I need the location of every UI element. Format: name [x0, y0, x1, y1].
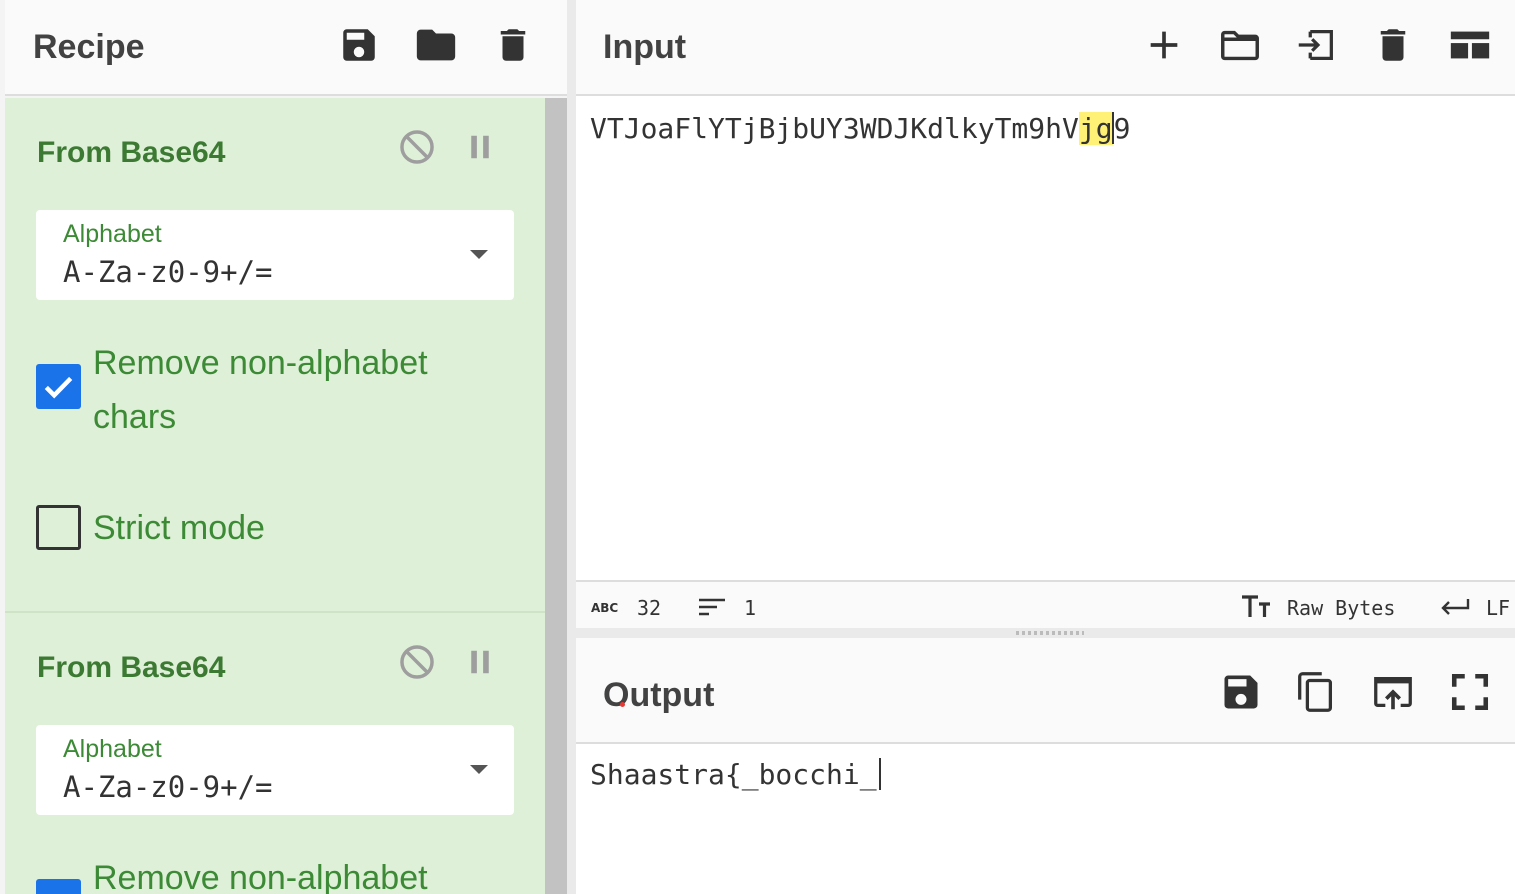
remove-non-alphabet-label[interactable]: Remove non-alphabet: [93, 851, 428, 894]
input-encoding[interactable]: Raw Bytes: [1287, 596, 1395, 620]
fullscreen-icon: [1451, 673, 1489, 711]
input-header: Input: [576, 0, 1515, 96]
add-input-tab-button[interactable]: [1141, 22, 1187, 68]
highlighted-selection: jg: [1078, 112, 1113, 145]
input-title: Input: [603, 28, 687, 66]
alphabet-label: Alphabet: [63, 735, 162, 763]
input-textarea[interactable]: VTJoaFlYTjBjbUY3WDJKdlkyTm9hVjg9: [590, 112, 1130, 145]
alphabet-label: Alphabet: [63, 220, 162, 248]
checkmark-icon: [44, 376, 73, 399]
strict-mode-checkbox[interactable]: [36, 505, 81, 550]
output-title: Output: [603, 676, 715, 714]
trash-icon: [500, 29, 526, 61]
operation-title: From Base64: [37, 136, 226, 169]
folder-outline-icon: [1221, 30, 1259, 61]
output-textarea[interactable]: Shaastra{_bocchi_: [590, 758, 881, 791]
input-status-bar: ABC 32 1 Raw Bytes LF: [576, 580, 1515, 628]
save-output-button[interactable]: [1218, 669, 1264, 715]
output-indicator-dot: [620, 702, 625, 707]
layout-icon: [1450, 31, 1490, 59]
caret-down-icon: [470, 765, 488, 774]
input-panel: Input VTJoaFlYTjBjbUY3WDJKdlkyTm9hVjg9 A…: [576, 0, 1515, 628]
lines-icon: [699, 598, 725, 616]
text-cursor: [878, 758, 881, 790]
copy-icon: [1298, 672, 1333, 712]
trash-icon: [1380, 29, 1406, 61]
upload-window-icon: [1374, 676, 1412, 710]
output-text: Shaastra{_bocchi_: [590, 758, 877, 791]
replace-input-button[interactable]: [1370, 669, 1416, 715]
save-icon: [343, 29, 375, 61]
remove-non-alphabet-checkbox[interactable]: [36, 879, 81, 894]
plus-icon: [1150, 31, 1178, 59]
alphabet-value: A-Za-z0-9+/=: [63, 770, 273, 804]
pause-icon: [471, 650, 489, 674]
input-eol[interactable]: LF: [1486, 596, 1510, 620]
recipe-title: Recipe: [33, 28, 145, 66]
return-arrow-icon[interactable]: [1439, 596, 1471, 618]
recipe-operation[interactable]: From Base64 Alphabet A-Za-z0-9+/= Remove…: [5, 613, 545, 894]
save-icon: [1224, 675, 1258, 709]
output-header: Output: [576, 638, 1515, 744]
disable-icon: [400, 645, 434, 679]
output-panel: Output Shaastra{_bocchi_: [576, 638, 1515, 894]
disable-operation-button[interactable]: [397, 127, 437, 167]
disable-operation-button[interactable]: [397, 642, 437, 682]
input-text-before: VTJoaFlYTjBjbUY3WDJKdlkyTm9hV: [590, 112, 1079, 145]
remove-non-alphabet-label[interactable]: Remove non-alphabet chars: [93, 336, 493, 444]
recipe-operation[interactable]: From Base64 Alphabet A-Za-z0-9+/= Remove…: [5, 98, 545, 612]
disable-icon: [400, 130, 434, 164]
text-size-icon[interactable]: [1240, 594, 1272, 620]
recipe-list: From Base64 Alphabet A-Za-z0-9+/= Remove…: [5, 98, 545, 894]
input-length: 32: [637, 596, 662, 620]
recipe-scrollbar[interactable]: [545, 98, 567, 894]
input-file-icon: [1298, 29, 1333, 61]
open-file-button[interactable]: [1293, 22, 1339, 68]
copy-output-button[interactable]: [1293, 669, 1339, 715]
caret-down-icon: [470, 250, 488, 259]
breakpoint-button[interactable]: [460, 127, 500, 167]
remove-non-alphabet-checkbox[interactable]: [36, 364, 81, 409]
strict-mode-label[interactable]: Strict mode: [93, 501, 265, 555]
svg-text:ABC: ABC: [591, 601, 618, 613]
pause-icon: [471, 135, 489, 159]
clear-input-button[interactable]: [1370, 22, 1416, 68]
breakpoint-button[interactable]: [460, 642, 500, 682]
operation-title: From Base64: [37, 651, 226, 684]
abc-icon: ABC: [591, 601, 618, 613]
input-lines: 1: [744, 596, 757, 620]
save-recipe-button[interactable]: [336, 22, 382, 68]
alphabet-select[interactable]: Alphabet A-Za-z0-9+/=: [36, 210, 514, 300]
maximise-output-button[interactable]: [1447, 669, 1493, 715]
open-folder-button[interactable]: [1217, 22, 1263, 68]
recipe-header: Recipe: [5, 0, 567, 96]
grip-dots: [1016, 631, 1084, 635]
input-text-after: 9: [1113, 112, 1131, 145]
folder-icon: [416, 29, 456, 61]
alphabet-select[interactable]: Alphabet A-Za-z0-9+/=: [36, 725, 514, 815]
panel-resize-handle[interactable]: [567, 0, 576, 894]
alphabet-value: A-Za-z0-9+/=: [63, 255, 273, 289]
reset-layout-button[interactable]: [1447, 22, 1493, 68]
io-resize-handle[interactable]: [576, 628, 1515, 638]
recipe-panel: Recipe From Base64 Alphabet A-Za-z0-9+/=: [0, 0, 567, 894]
clear-recipe-button[interactable]: [490, 22, 536, 68]
load-recipe-button[interactable]: [413, 22, 459, 68]
